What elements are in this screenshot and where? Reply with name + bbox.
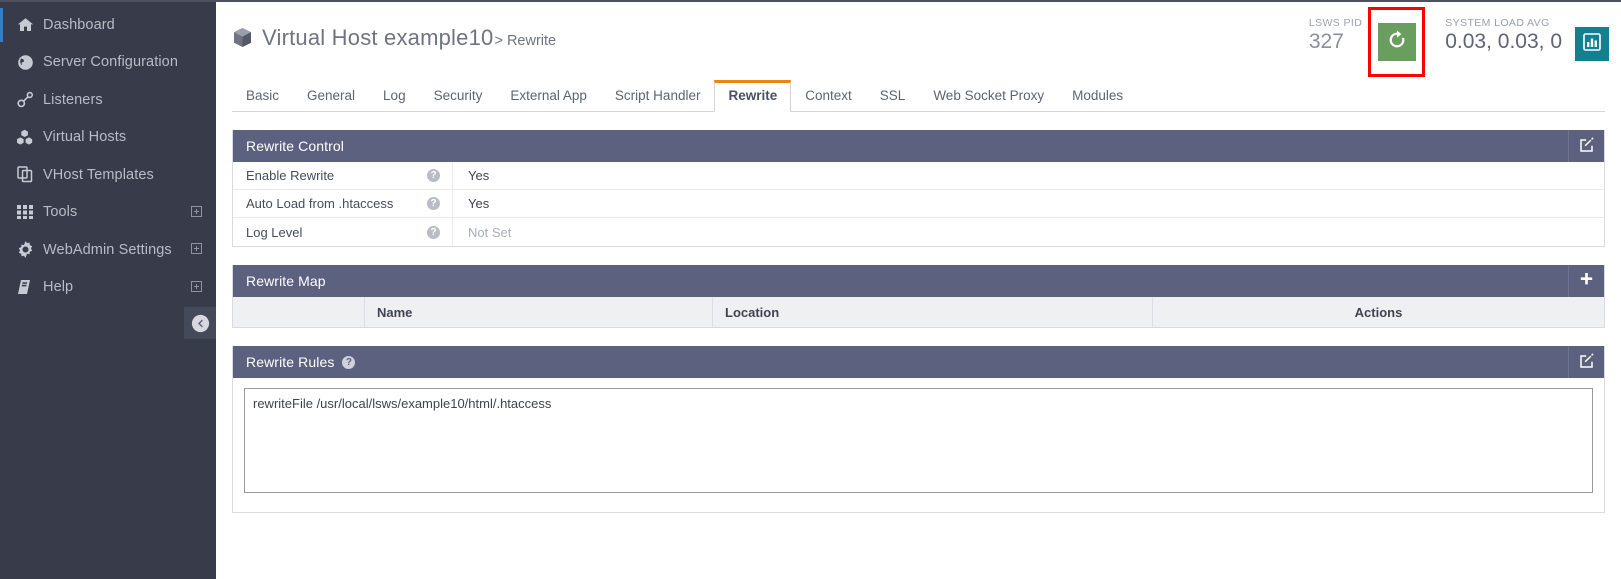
sidebar-item-label: WebAdmin Settings	[43, 241, 172, 258]
panel-rewrite-control: Rewrite Control Enable Rewrite ? Yes Aut…	[232, 130, 1605, 247]
bar-chart-icon	[1582, 32, 1602, 57]
tab-bar: Basic General Log Security External App …	[232, 80, 1605, 112]
edit-rewrite-rules-button[interactable]	[1568, 346, 1604, 378]
grid-icon	[17, 205, 43, 220]
refresh-highlight-box	[1368, 7, 1426, 77]
expand-plus-icon[interactable]	[191, 280, 202, 294]
edit-icon	[1579, 136, 1595, 156]
add-rewrite-map-button[interactable]	[1568, 265, 1604, 297]
expand-plus-icon[interactable]	[191, 243, 202, 256]
plus-icon	[1579, 272, 1594, 290]
panel-title: Rewrite Rules	[246, 354, 335, 370]
config-row-log-level: Log Level ? Not Set	[233, 218, 1604, 246]
status-label: SYSTEM LOAD AVG	[1445, 17, 1550, 29]
status-label: LSWS PID	[1308, 17, 1363, 29]
globe-icon	[17, 54, 43, 71]
copy-icon	[17, 166, 43, 183]
tab-context[interactable]: Context	[791, 81, 866, 112]
sidebar-collapse-button[interactable]	[184, 307, 216, 339]
status-value: 327	[1308, 30, 1344, 53]
config-label-text: Log Level	[246, 224, 303, 240]
page-title-breadcrumb: > Rewrite	[494, 33, 557, 49]
table-col-location: Location	[713, 297, 1153, 327]
panel-header: Rewrite Control	[233, 130, 1604, 162]
tab-log[interactable]: Log	[369, 81, 420, 112]
panel-title: Rewrite Map	[246, 273, 326, 289]
help-icon[interactable]: ?	[342, 355, 356, 369]
sidebar-item-dashboard[interactable]: Dashboard	[0, 6, 216, 44]
help-icon[interactable]: ?	[427, 197, 440, 210]
sidebar-item-vhost-templates[interactable]: VHost Templates	[0, 156, 216, 194]
rewrite-rules-body	[233, 378, 1604, 512]
help-icon[interactable]: ?	[427, 225, 440, 239]
config-value: Yes	[468, 168, 490, 183]
tab-external-app[interactable]: External App	[496, 81, 601, 112]
topbar: Virtual Host example10 > Rewrite LSWS PI…	[216, 2, 1621, 80]
sidebar-item-label: Help	[43, 279, 74, 296]
table-col-actions: Actions	[1354, 304, 1403, 320]
cubes-icon	[17, 129, 43, 146]
refresh-button[interactable]	[1377, 23, 1416, 61]
status-lsws-pid: LSWS PID 327	[1309, 16, 1362, 54]
config-row-enable-rewrite: Enable Rewrite ? Yes	[233, 162, 1604, 190]
panel-title: Rewrite Control	[246, 138, 344, 154]
config-label-text: Auto Load from .htaccess	[246, 196, 394, 211]
rewrite-rules-textarea[interactable]	[244, 388, 1593, 493]
tab-basic[interactable]: Basic	[232, 81, 293, 112]
status-area: LSWS PID 327 SYSTEM LOAD AVG 0.03, 0.03,…	[1309, 7, 1609, 77]
sidebar-item-label: Dashboard	[43, 16, 115, 33]
sidebar-item-webadmin-settings[interactable]: WebAdmin Settings	[0, 231, 216, 269]
sidebar-item-label: Virtual Hosts	[43, 129, 127, 146]
arrow-left-circle-icon	[191, 314, 210, 333]
book-icon	[17, 279, 43, 295]
config-value: Not Set	[468, 224, 512, 240]
sidebar-item-virtual-hosts[interactable]: Virtual Hosts	[0, 119, 216, 157]
tab-security[interactable]: Security	[420, 81, 497, 112]
tab-rewrite[interactable]: Rewrite	[714, 80, 792, 112]
expand-plus-icon[interactable]	[191, 205, 202, 219]
page-title-text: Virtual Host example10	[262, 25, 494, 50]
tab-web-socket-proxy[interactable]: Web Socket Proxy	[919, 81, 1058, 112]
edit-rewrite-control-button[interactable]	[1568, 130, 1604, 162]
panel-rewrite-rules: Rewrite Rules ?	[232, 346, 1605, 513]
tab-script-handler[interactable]: Script Handler	[601, 81, 715, 112]
config-row-auto-load-from-htaccess: Auto Load from .htaccess ? Yes	[233, 190, 1604, 218]
sidebar-item-tools[interactable]: Tools	[0, 194, 216, 232]
status-value: 0.03, 0.03, 0	[1445, 30, 1562, 53]
config-label: Auto Load from .htaccess ?	[233, 190, 453, 217]
panel-header: Rewrite Rules ?	[233, 346, 1604, 378]
sidebar-item-label: Listeners	[43, 91, 103, 108]
panel-rewrite-map: Rewrite Map Name Location Actions	[232, 265, 1605, 328]
table-col-spacer	[233, 297, 365, 327]
config-label-text: Enable Rewrite	[246, 168, 335, 183]
gear-icon	[17, 241, 43, 259]
tab-general[interactable]: General	[293, 81, 369, 112]
status-system-load: SYSTEM LOAD AVG 0.03, 0.03, 0	[1445, 16, 1562, 54]
sidebar-item-label: Tools	[43, 204, 78, 221]
refresh-icon	[1386, 29, 1408, 56]
sidebar-item-label: Server Configuration	[43, 54, 178, 71]
config-label: Enable Rewrite ?	[233, 162, 453, 189]
sidebar-item-help[interactable]: Help	[0, 269, 216, 307]
home-icon	[17, 17, 43, 33]
page-title: Virtual Host example10 > Rewrite	[232, 24, 556, 51]
config-value: Yes	[468, 196, 490, 211]
cube-icon	[232, 27, 253, 53]
app-root: Dashboard Server Configuration Listeners…	[0, 0, 1621, 579]
link-icon	[17, 91, 43, 108]
real-time-stats-button[interactable]	[1575, 27, 1609, 61]
tab-modules[interactable]: Modules	[1058, 81, 1137, 112]
table-header-row: Name Location Actions	[233, 297, 1604, 327]
config-label: Log Level ?	[233, 218, 453, 246]
table-col-name: Name	[365, 297, 713, 327]
edit-icon	[1579, 352, 1595, 372]
panel-header: Rewrite Map	[233, 265, 1604, 297]
sidebar-item-listeners[interactable]: Listeners	[0, 81, 216, 119]
help-icon[interactable]: ?	[427, 169, 440, 182]
sidebar-item-server-configuration[interactable]: Server Configuration	[0, 44, 216, 82]
sidebar: Dashboard Server Configuration Listeners…	[0, 0, 216, 579]
sidebar-item-label: VHost Templates	[43, 166, 154, 183]
tab-ssl[interactable]: SSL	[866, 81, 920, 112]
main-content: Virtual Host example10 > Rewrite LSWS PI…	[216, 0, 1621, 579]
